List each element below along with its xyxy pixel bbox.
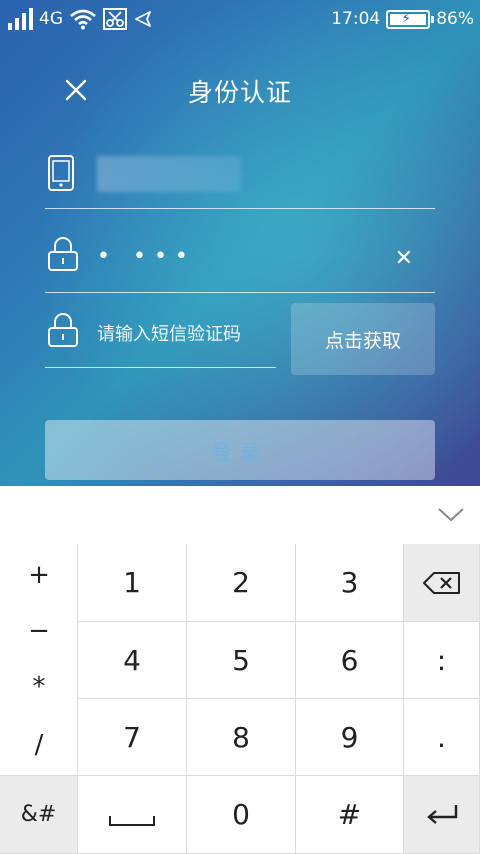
key-1[interactable]: 1 [78,544,187,622]
status-right: 17:04 ⚡ 86% [331,6,474,32]
key-colon[interactable]: : [404,622,480,699]
page-title: 身份认证 [187,78,292,107]
numeric-keyboard: + − * / 1 2 3 4 5 6 : 7 8 9 . &# 0 # [0,544,480,854]
key-asterisk[interactable]: * [0,672,78,702]
key-hash[interactable]: # [296,776,404,854]
key-symbols[interactable]: &# [0,776,78,854]
space-icon [109,815,155,826]
key-minus[interactable]: − [0,616,78,646]
password-field[interactable]: • ••• ✕ [45,230,435,293]
get-code-button[interactable]: 点击获取 [291,303,435,375]
signal-icon [8,8,33,30]
status-left: 4G [8,6,153,32]
clear-icon[interactable]: ✕ [395,246,413,271]
login-button[interactable]: 登录 [45,420,435,480]
symbol-column: + − * / [0,544,78,776]
keyboard-toolbar [0,486,480,545]
key-2[interactable]: 2 [187,544,296,622]
sms-code-field[interactable]: 请输入短信验证码 [45,302,276,368]
lock-icon [48,313,78,347]
notification-arrow-icon [135,11,151,27]
key-6[interactable]: 6 [296,622,404,699]
password-value: • ••• [97,244,196,269]
key-period[interactable]: . [404,699,480,776]
wifi-icon [70,9,96,30]
enter-icon [426,804,457,824]
key-9[interactable]: 9 [296,699,404,776]
key-0[interactable]: 0 [187,776,296,854]
key-plus[interactable]: + [0,560,78,590]
status-bar: 4G 17:04 ⚡ 86% [0,0,480,38]
network-type: 4G [39,9,63,29]
app-screen: 4G 17:04 ⚡ 86% 身份认证 • ••• ✕ 请输入短信验证码 点击获… [0,0,480,486]
phone-icon [48,155,74,191]
clock: 17:04 [331,9,381,29]
screenshot-scissors-icon [103,8,127,30]
enter-key[interactable] [404,776,480,854]
sms-code-placeholder: 请输入短信验证码 [97,324,241,345]
battery-percent: 86% [436,9,474,29]
backspace-key[interactable] [404,544,480,622]
phone-field[interactable] [45,146,435,209]
backspace-icon [422,571,460,594]
key-slash[interactable]: / [0,730,78,760]
key-7[interactable]: 7 [78,699,187,776]
phone-value-masked [97,156,241,192]
key-4[interactable]: 4 [78,622,187,699]
lock-icon [48,237,78,271]
space-key[interactable] [78,776,187,854]
key-3[interactable]: 3 [296,544,404,622]
key-5[interactable]: 5 [187,622,296,699]
chevron-down-icon[interactable] [436,502,466,526]
battery-icon: ⚡ [386,9,435,29]
key-8[interactable]: 8 [187,699,296,776]
